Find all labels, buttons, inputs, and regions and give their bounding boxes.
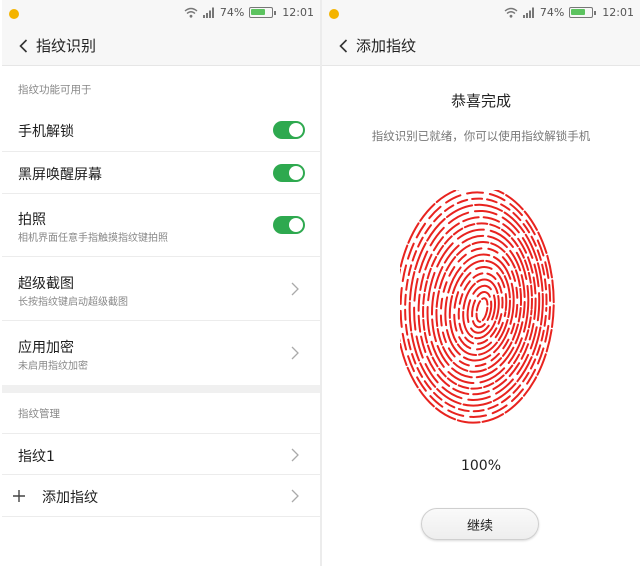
toggle-row-photo[interactable]: 拍照 相机界面任意手指触摸指纹键拍照 <box>2 194 320 257</box>
unlock-toggle[interactable] <box>273 121 305 139</box>
page-title: 添加指纹 <box>356 37 417 55</box>
success-description: 指纹识别已就绪，你可以使用指纹解锁手机 <box>371 129 591 143</box>
status-bar: 74% 12:01 <box>322 0 640 26</box>
battery-percent: 74% <box>219 6 245 19</box>
status-right: 74% 12:01 <box>504 6 634 19</box>
notification-icon <box>9 9 19 19</box>
fingerprint-settings-screen: 74% 12:01 指纹识别 指纹功能可用于 手机解锁 黑屏唤醒屏幕 拍照 相机… <box>2 0 320 566</box>
screen: 74% 12:01 指纹识别 指纹功能可用于 手机解锁 黑屏唤醒屏幕 拍照 相机… <box>0 0 640 566</box>
photo-toggle[interactable] <box>273 216 305 234</box>
add-fingerprint-screen: 74% 12:01 添加指纹 恭喜完成 指纹识别已就绪，你可以使用指纹解锁手机 … <box>322 0 640 566</box>
row-subtitle: 相机界面任意手指触摸指纹键拍照 <box>18 233 168 244</box>
row-title: 黑屏唤醒屏幕 <box>18 167 102 183</box>
add-fingerprint-label: 添加指纹 <box>42 490 98 506</box>
link-row-super-screenshot[interactable]: 超级截图 长按指纹键启动超级截图 <box>2 257 320 321</box>
section-label-management: 指纹管理 <box>18 408 60 420</box>
wifi-icon <box>504 7 518 18</box>
continue-button[interactable]: 继续 <box>421 508 539 540</box>
success-title: 恭喜完成 <box>450 92 511 110</box>
wifi-icon <box>184 7 198 18</box>
section-divider <box>2 385 320 393</box>
fingerprint-item[interactable]: 指纹1 <box>2 433 320 475</box>
battery-icon <box>569 7 597 18</box>
wake-screen-toggle[interactable] <box>273 164 305 182</box>
row-subtitle: 长按指纹键启动超级截图 <box>18 297 128 308</box>
status-right: 74% 12:01 <box>184 6 314 19</box>
clock: 12:01 <box>602 6 634 19</box>
status-bar: 74% 12:01 <box>2 0 320 26</box>
add-fingerprint-row[interactable]: 添加指纹 <box>2 475 320 517</box>
back-arrow-icon <box>338 38 347 53</box>
clock: 12:01 <box>282 6 314 19</box>
row-title: 指纹1 <box>18 449 55 465</box>
chevron-right-icon <box>291 282 299 296</box>
chevron-right-icon <box>291 489 299 503</box>
row-title: 拍照 <box>18 212 46 228</box>
row-title: 超级截图 <box>18 276 74 292</box>
row-title: 应用加密 <box>18 340 74 356</box>
back-button[interactable] <box>334 37 352 55</box>
notification-icon <box>329 9 339 19</box>
back-arrow-icon <box>18 38 27 53</box>
chevron-right-icon <box>291 448 299 462</box>
signal-icon <box>202 7 214 18</box>
progress-percent: 100% <box>460 458 502 474</box>
fingerprint-icon <box>400 190 555 424</box>
plus-icon <box>13 490 25 502</box>
link-row-app-lock[interactable]: 应用加密 未启用指纹加密 <box>2 321 320 385</box>
row-subtitle: 未启用指纹加密 <box>18 361 88 372</box>
toggle-row-wake-screen[interactable]: 黑屏唤醒屏幕 <box>2 152 320 194</box>
app-header: 指纹识别 <box>2 26 320 66</box>
battery-icon <box>249 7 277 18</box>
row-title: 手机解锁 <box>18 124 74 140</box>
signal-icon <box>522 7 534 18</box>
page-title: 指纹识别 <box>36 37 97 55</box>
back-button[interactable] <box>14 37 32 55</box>
section-label-features: 指纹功能可用于 <box>18 84 92 96</box>
battery-percent: 74% <box>539 6 565 19</box>
app-header: 添加指纹 <box>322 26 640 66</box>
toggle-row-unlock[interactable]: 手机解锁 <box>2 108 320 152</box>
chevron-right-icon <box>291 346 299 360</box>
